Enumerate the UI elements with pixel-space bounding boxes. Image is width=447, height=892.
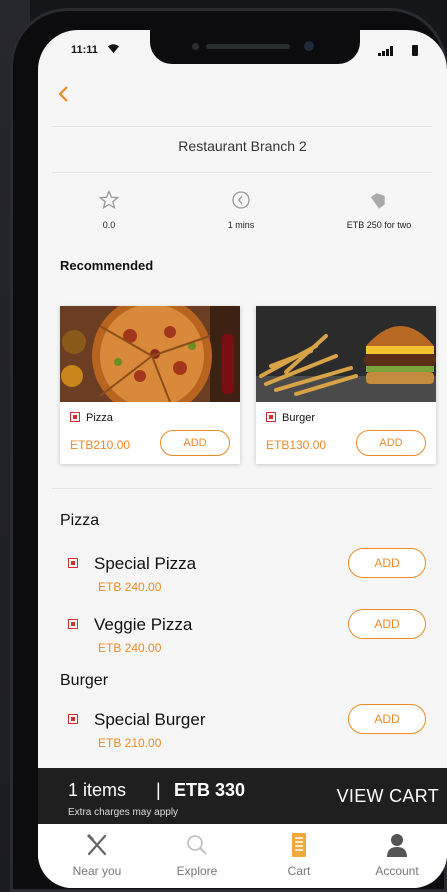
nonveg-icon	[266, 412, 276, 422]
bottom-tab-bar: Near you Explore Cart Account	[38, 824, 447, 888]
clock-icon	[176, 190, 306, 210]
time-value: 1 mins	[227, 220, 255, 230]
add-button[interactable]: ADD	[356, 430, 426, 456]
cart-total: ETB 330	[174, 780, 246, 800]
star-icon	[44, 189, 174, 210]
nonveg-icon	[68, 619, 78, 629]
add-button[interactable]: ADD	[348, 548, 426, 578]
pizza-image	[60, 306, 240, 402]
app-screen: 11:11 Restaurant Branch 2 0.0 1 mins ETB…	[38, 30, 447, 888]
add-button[interactable]: ADD	[348, 704, 426, 734]
divider	[52, 172, 432, 173]
card-name: Pizza	[70, 412, 113, 424]
tag-icon	[311, 190, 447, 210]
burger-image	[256, 306, 436, 402]
cost-info: ETB 250 for two	[311, 190, 447, 230]
cost-value: ETB 250 for two	[346, 220, 412, 230]
tab-cart[interactable]: Cart	[254, 832, 344, 878]
category-heading: Pizza	[60, 512, 100, 529]
cart-separator: |	[156, 780, 161, 800]
item-price: ETB 210.00	[98, 736, 162, 750]
tab-label: Cart	[287, 864, 311, 878]
wifi-icon	[108, 44, 119, 56]
fork-knife-icon	[52, 832, 142, 858]
item-price: ETB 240.00	[98, 580, 162, 594]
item-name: Veggie Pizza	[68, 615, 192, 635]
tab-label: Explore	[176, 864, 218, 878]
phone-frame: 11:11 Restaurant Branch 2 0.0 1 mins ETB…	[10, 8, 447, 892]
rating-value: 0.0	[102, 220, 116, 230]
recommended-card-pizza[interactable]: Pizza ETB210.00 ADD	[60, 306, 240, 464]
receipt-icon	[254, 832, 344, 858]
card-price: ETB210.00	[70, 438, 131, 452]
battery-icon	[412, 45, 418, 56]
view-cart-bar[interactable]: 1 items | ETB 330 Extra charges may appl…	[38, 768, 447, 824]
recommended-card-burger[interactable]: Burger ETB130.00 ADD	[256, 306, 436, 464]
signal-icon	[378, 46, 394, 56]
time-info: 1 mins	[176, 190, 306, 230]
tab-label: Near you	[72, 864, 122, 878]
item-name: Special Burger	[68, 710, 206, 730]
card-price: ETB130.00	[266, 438, 327, 452]
category-heading: Burger	[60, 672, 109, 689]
phone-notch	[150, 30, 360, 64]
back-icon[interactable]	[56, 84, 74, 106]
recommended-heading: Recommended	[60, 258, 154, 273]
user-icon	[352, 832, 442, 858]
view-cart-button[interactable]: VIEW CART	[337, 786, 439, 807]
search-icon	[152, 832, 242, 858]
item-name: Special Pizza	[68, 554, 196, 574]
tab-explore[interactable]: Explore	[152, 832, 242, 878]
tab-label: Account	[375, 864, 419, 878]
nonveg-icon	[70, 412, 80, 422]
nonveg-icon	[68, 714, 78, 724]
rating-info: 0.0	[44, 189, 174, 230]
card-name: Burger	[266, 412, 315, 424]
cart-note: Extra charges may apply	[68, 807, 179, 818]
add-button[interactable]: ADD	[160, 430, 230, 456]
add-button[interactable]: ADD	[348, 609, 426, 639]
tab-account[interactable]: Account	[352, 832, 442, 878]
tab-near-you[interactable]: Near you	[52, 832, 142, 878]
restaurant-title: Restaurant Branch 2	[178, 138, 307, 154]
nonveg-icon	[68, 558, 78, 568]
cart-item-count: 1 items	[68, 780, 127, 800]
status-time: 11:11	[71, 44, 98, 56]
divider	[52, 488, 432, 489]
divider	[52, 126, 432, 127]
item-price: ETB 240.00	[98, 641, 162, 655]
